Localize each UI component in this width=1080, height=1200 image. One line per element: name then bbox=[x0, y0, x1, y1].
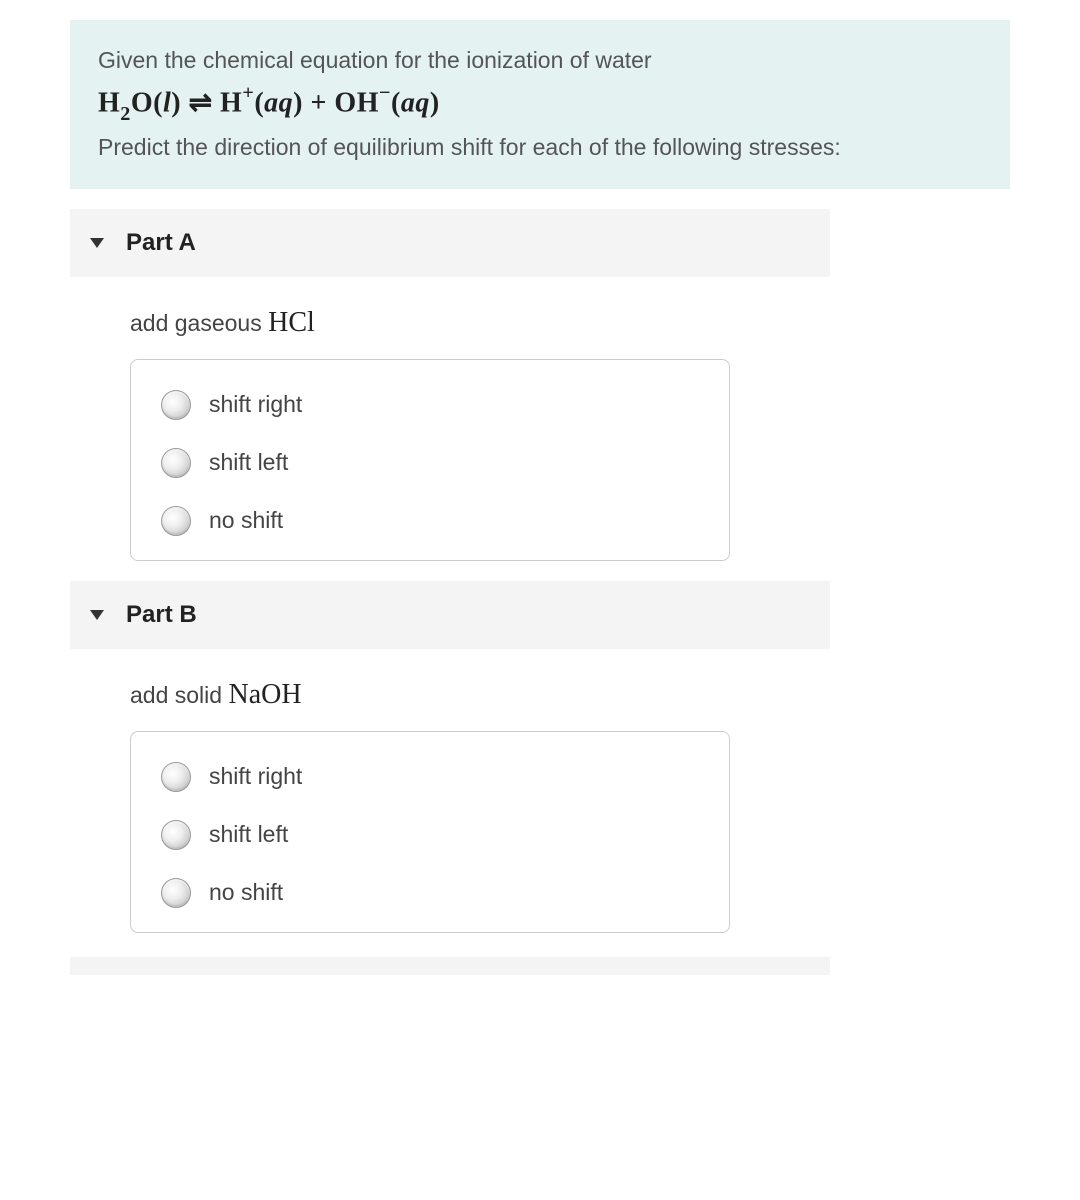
footer-strip bbox=[70, 957, 830, 975]
part-b-option-shift-right[interactable]: shift right bbox=[161, 762, 699, 792]
radio-icon bbox=[161, 878, 191, 908]
chemical-equation: H2O(l) ⇌ H+(aq) + OH−(aq) bbox=[98, 81, 982, 127]
part-b-option-no-shift[interactable]: no shift bbox=[161, 878, 699, 908]
option-label: shift right bbox=[209, 391, 302, 418]
radio-icon bbox=[161, 506, 191, 536]
radio-icon bbox=[161, 390, 191, 420]
part-a-option-shift-left[interactable]: shift left bbox=[161, 448, 699, 478]
part-a-title: Part A bbox=[126, 229, 196, 257]
part-a-header[interactable]: Part A bbox=[70, 209, 830, 277]
part-b-options: shift right shift left no shift bbox=[130, 731, 730, 933]
intro-line2: Predict the direction of equilibrium shi… bbox=[98, 131, 982, 164]
part-b-prompt-prefix: add solid bbox=[130, 682, 228, 708]
part-b: Part B add solid NaOH shift right shift … bbox=[70, 581, 830, 933]
part-a-option-shift-right[interactable]: shift right bbox=[161, 390, 699, 420]
option-label: shift right bbox=[209, 763, 302, 790]
chevron-down-icon bbox=[90, 238, 104, 248]
intro-panel: Given the chemical equation for the ioni… bbox=[70, 20, 1010, 189]
radio-icon bbox=[161, 820, 191, 850]
part-a-prompt-chem: HCl bbox=[268, 307, 315, 338]
part-a: Part A add gaseous HCl shift right shift… bbox=[70, 209, 830, 561]
chevron-down-icon bbox=[90, 610, 104, 620]
option-label: no shift bbox=[209, 507, 283, 534]
part-b-title: Part B bbox=[126, 601, 197, 629]
question-page: Given the chemical equation for the ioni… bbox=[0, 20, 1080, 1015]
option-label: shift left bbox=[209, 449, 288, 476]
part-a-prompt-prefix: add gaseous bbox=[130, 310, 268, 336]
part-a-option-no-shift[interactable]: no shift bbox=[161, 506, 699, 536]
option-label: no shift bbox=[209, 879, 283, 906]
intro-line1: Given the chemical equation for the ioni… bbox=[98, 44, 982, 77]
part-b-prompt: add solid NaOH bbox=[130, 679, 830, 711]
radio-icon bbox=[161, 448, 191, 478]
part-b-option-shift-left[interactable]: shift left bbox=[161, 820, 699, 850]
option-label: shift left bbox=[209, 821, 288, 848]
part-b-prompt-chem: NaOH bbox=[228, 679, 301, 710]
part-b-header[interactable]: Part B bbox=[70, 581, 830, 649]
part-a-prompt: add gaseous HCl bbox=[130, 307, 830, 339]
part-a-options: shift right shift left no shift bbox=[130, 359, 730, 561]
radio-icon bbox=[161, 762, 191, 792]
